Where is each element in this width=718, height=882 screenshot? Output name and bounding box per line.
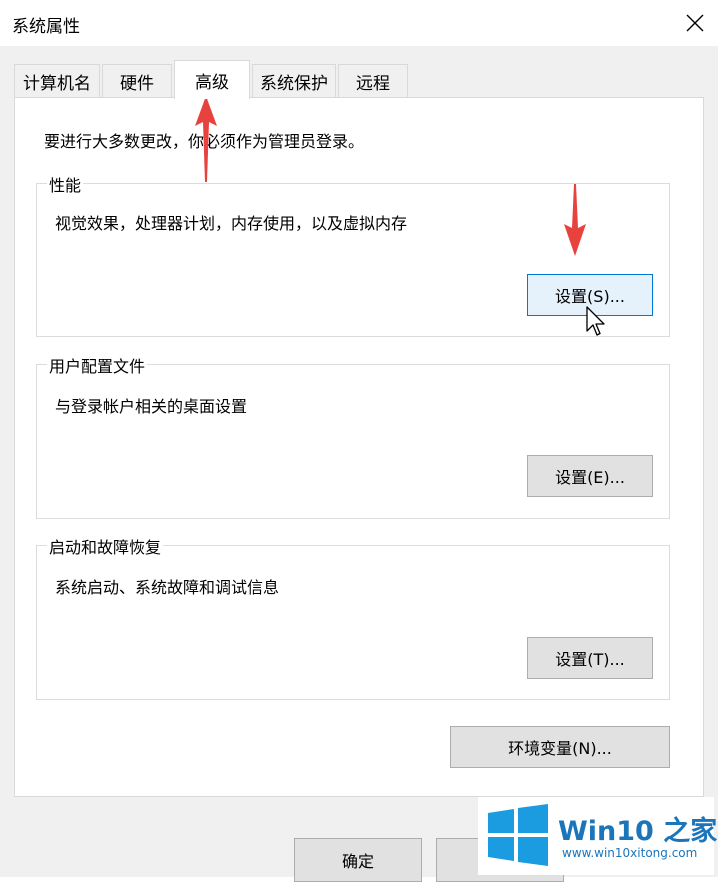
performance-settings-button[interactable]: 设置(S)...: [527, 274, 653, 316]
startup-recovery-settings-button[interactable]: 设置(T)...: [527, 637, 653, 679]
performance-group-title: 性能: [47, 172, 84, 196]
watermark: Win10 之家 www.win10xitong.com: [478, 797, 718, 875]
tab-system-protection[interactable]: 系统保护: [252, 64, 336, 98]
startup-recovery-group: 启动和故障恢复 系统启动、系统故障和调试信息 设置(T)...: [36, 534, 670, 700]
tab-advanced[interactable]: 高级: [174, 60, 250, 99]
windows-logo-icon: [488, 804, 548, 866]
user-profiles-description: 与登录帐户相关的桌面设置: [55, 397, 248, 416]
user-profiles-settings-button[interactable]: 设置(E)...: [527, 455, 653, 497]
performance-description: 视觉效果，处理器计划，内存使用，以及虚拟内存: [55, 214, 408, 233]
environment-variables-button[interactable]: 环境变量(N)...: [450, 726, 670, 768]
close-icon: [686, 14, 704, 32]
watermark-url: www.win10xitong.com: [562, 846, 698, 860]
title-bar: 系统属性: [0, 0, 718, 46]
user-profiles-group-title: 用户配置文件: [47, 353, 148, 377]
tab-computer-name[interactable]: 计算机名: [14, 64, 100, 98]
admin-note: 要进行大多数更改，你必须作为管理员登录。: [44, 132, 365, 151]
user-profiles-group: 用户配置文件 与登录帐户相关的桌面设置 设置(E)...: [36, 353, 670, 519]
system-properties-window: 系统属性 计算机名 硬件 高级 系统保护 远程 要进行大多数更改，你必须作为管理…: [0, 0, 718, 882]
tab-hardware[interactable]: 硬件: [102, 64, 172, 98]
ok-button[interactable]: 确定: [294, 838, 422, 882]
window-title: 系统属性: [12, 17, 80, 37]
close-button[interactable]: [672, 0, 718, 46]
watermark-brand: Win10 之家: [558, 816, 718, 847]
startup-recovery-description: 系统启动、系统故障和调试信息: [55, 578, 280, 597]
performance-group: 性能 视觉效果，处理器计划，内存使用，以及虚拟内存 设置(S)...: [36, 172, 670, 337]
tab-remote[interactable]: 远程: [338, 64, 408, 98]
startup-recovery-group-title: 启动和故障恢复: [47, 534, 164, 558]
